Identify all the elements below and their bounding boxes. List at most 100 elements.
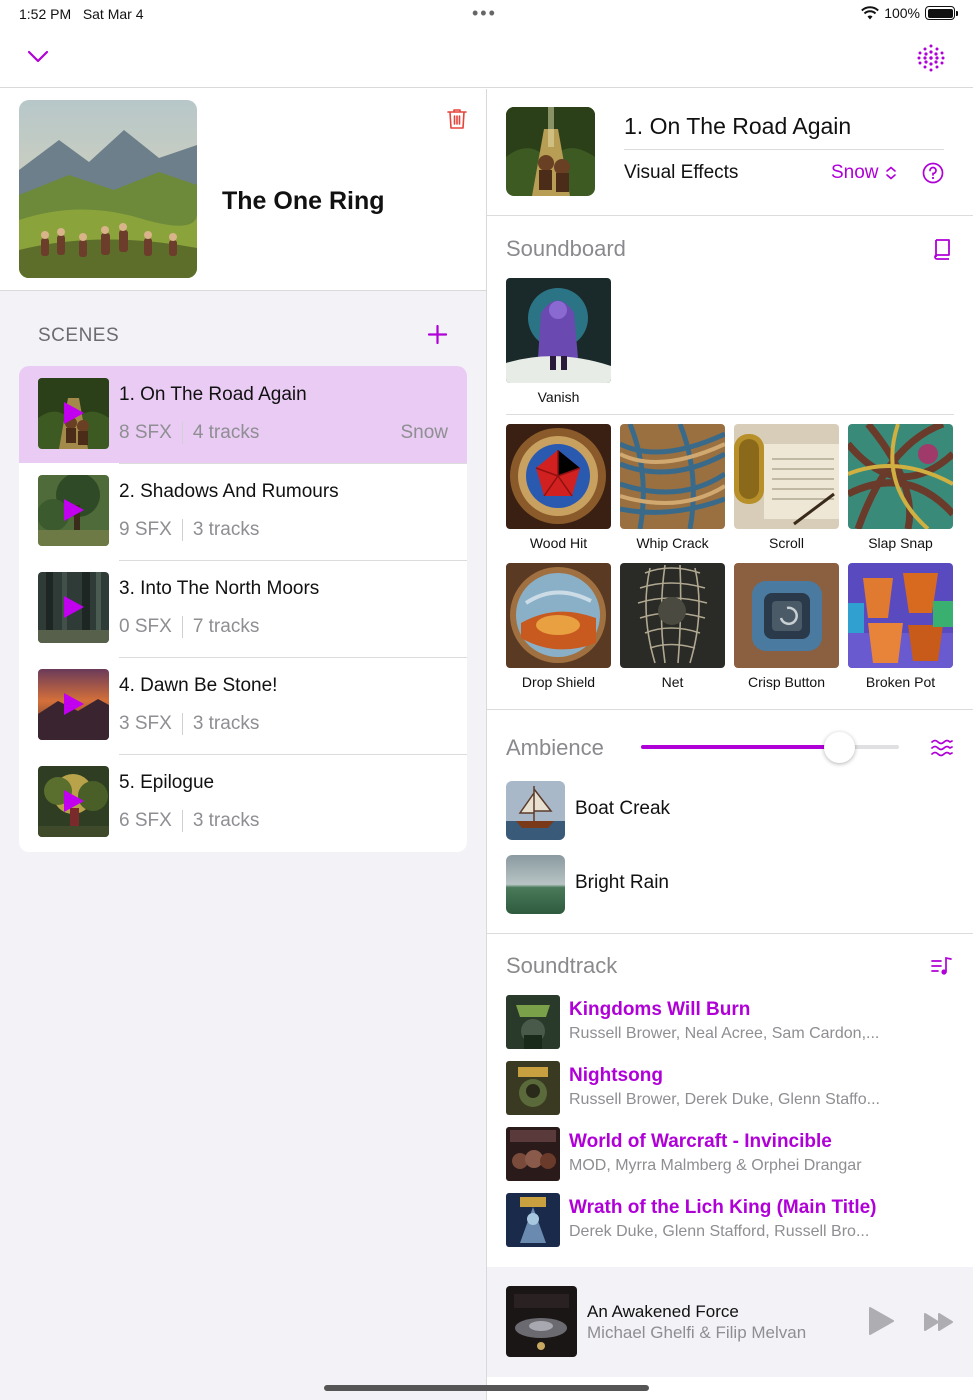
scene-track-count: 3 tracks — [192, 810, 260, 831]
sfx-wood-hit[interactable]: Wood Hit — [506, 424, 611, 551]
scene-name: 1. On The Road Again — [119, 384, 307, 405]
scene-list: 1. On The Road Again 8 SFX 4 tracks Snow … — [19, 366, 467, 852]
track-artwork — [506, 995, 560, 1049]
sfx-label: Broken Pot — [865, 674, 936, 690]
status-time: 1:52 PM — [19, 6, 72, 22]
ambience-label: Boat Creak — [575, 798, 671, 819]
sfx-image — [848, 424, 953, 529]
scene-row-2[interactable]: 2. Shadows And Rumours 9 SFX 3 tracks — [19, 463, 467, 560]
ambience-item-bright-rain[interactable]: Bright Rain — [506, 855, 906, 914]
scene-sfx-count: 3 SFX — [119, 713, 172, 734]
scene-name: 5. Epilogue — [119, 772, 215, 793]
campaign-cover-image[interactable] — [19, 100, 197, 278]
scene-row-4[interactable]: 4. Dawn Be Stone! 3 SFX 3 tracks — [19, 657, 467, 754]
battery-percent: 100% — [884, 5, 920, 21]
scene-name: 3. Into The North Moors — [119, 578, 320, 599]
scene-row-3[interactable]: 3. Into The North Moors 0 SFX 7 tracks — [19, 560, 467, 657]
home-indicator[interactable] — [324, 1385, 649, 1391]
track-title: Kingdoms Will Burn — [569, 999, 751, 1020]
scene-thumbnail — [38, 475, 109, 546]
sfx-crisp-button[interactable]: Crisp Button — [734, 563, 839, 690]
sfx-label: Wood Hit — [529, 535, 588, 551]
plus-icon[interactable] — [428, 325, 447, 344]
track-artwork — [506, 1193, 560, 1247]
scene-row-5[interactable]: 5. Epilogue 6 SFX 3 tracks — [19, 754, 467, 851]
now-playing-title: An Awakened Force — [587, 1302, 739, 1321]
trash-icon[interactable] — [447, 108, 467, 130]
slider-knob[interactable] — [824, 732, 856, 763]
scene-name: 4. Dawn Be Stone! — [119, 675, 278, 696]
track-artist: Russell Brower, Derek Duke, Glenn Staffo… — [569, 1091, 880, 1108]
sfx-image — [734, 563, 839, 668]
scene-track-count: 7 tracks — [192, 616, 260, 637]
music-list-icon[interactable] — [931, 956, 953, 976]
fast-forward-icon[interactable] — [923, 1312, 955, 1332]
track-artist: MOD, Myrra Malmberg & Orphei Drangar — [569, 1157, 862, 1174]
play-icon[interactable] — [867, 1306, 895, 1336]
sfx-scroll[interactable]: Scroll — [734, 424, 839, 551]
track-row-3[interactable]: World of Warcraft - Invincible MOD, Myrr… — [506, 1127, 956, 1183]
scene-name: 2. Shadows And Rumours — [119, 481, 339, 502]
ambience-volume-slider[interactable] — [641, 732, 899, 763]
battery-icon — [925, 6, 958, 20]
scene-sfx-count: 0 SFX — [119, 616, 172, 637]
play-icon[interactable] — [64, 596, 84, 618]
sfx-image — [506, 278, 611, 383]
sfx-net[interactable]: Net — [620, 563, 725, 690]
track-title: Nightsong — [569, 1065, 663, 1086]
sfx-image — [506, 563, 611, 668]
sfx-label: Whip Crack — [636, 535, 709, 551]
track-title: Wrath of the Lich King (Main Title) — [569, 1197, 877, 1218]
sfx-label: Drop Shield — [521, 674, 596, 690]
sfx-whip-crack[interactable]: Whip Crack — [620, 424, 725, 551]
track-title: World of Warcraft - Invincible — [569, 1131, 832, 1152]
book-icon[interactable] — [933, 238, 951, 260]
play-icon[interactable] — [64, 402, 84, 424]
sfx-image — [734, 424, 839, 529]
sfx-drop-shield[interactable]: Drop Shield — [506, 563, 611, 690]
now-playing-bar[interactable]: An Awakened Force Michael Ghelfi & Filip… — [487, 1267, 973, 1377]
multitasking-dots-icon[interactable]: ••• — [472, 3, 497, 24]
scene-thumbnail — [38, 766, 109, 837]
track-row-1[interactable]: Kingdoms Will Burn Russell Brower, Neal … — [506, 995, 956, 1051]
track-artwork — [506, 1061, 560, 1115]
sfx-label: Scroll — [768, 535, 804, 551]
scene-thumbnail — [38, 669, 109, 740]
scene-thumbnail — [38, 572, 109, 643]
status-date: Sat Mar 4 — [82, 6, 144, 22]
question-circle-icon[interactable] — [922, 162, 944, 184]
scene-effect: Snow — [400, 422, 448, 443]
sfx-label: Net — [661, 674, 684, 690]
sfx-label: Vanish — [537, 389, 580, 405]
sfx-label: Slap Snap — [868, 535, 933, 551]
scene-track-count: 3 tracks — [192, 519, 260, 540]
track-row-2[interactable]: Nightsong Russell Brower, Derek Duke, Gl… — [506, 1061, 956, 1117]
soundboard-title: Soundboard — [506, 236, 626, 261]
sfx-image — [506, 424, 611, 529]
scenes-header: SCENES — [38, 325, 120, 346]
play-icon[interactable] — [64, 693, 84, 715]
scene-row-1[interactable]: 1. On The Road Again 8 SFX 4 tracks Snow — [19, 366, 467, 463]
campaign-header: The One Ring — [0, 89, 486, 291]
sfx-broken-pot[interactable]: Broken Pot — [848, 563, 953, 690]
sfx-label: Crisp Button — [747, 674, 826, 690]
ambience-title: Ambience — [506, 735, 604, 760]
visual-effects-picker[interactable]: Snow — [831, 162, 897, 184]
ambience-image — [506, 781, 565, 840]
play-icon[interactable] — [64, 790, 84, 812]
soundtrack-title: Soundtrack — [506, 953, 618, 978]
sfx-slap-snap[interactable]: Slap Snap — [848, 424, 953, 551]
track-row-4[interactable]: Wrath of the Lich King (Main Title) Dere… — [506, 1193, 956, 1249]
play-icon[interactable] — [64, 499, 84, 521]
top-bar — [0, 28, 973, 88]
scene-detail-title: 1. On The Road Again — [624, 113, 852, 139]
dots-grid-icon[interactable] — [916, 43, 946, 73]
chevron-down-icon[interactable] — [27, 50, 49, 64]
chevron-up-down-icon — [885, 166, 896, 180]
sfx-vanish[interactable]: Vanish — [506, 278, 611, 405]
ambience-item-boat-creak[interactable]: Boat Creak — [506, 781, 906, 840]
visual-effects-label: Visual Effects — [624, 162, 739, 183]
waves-icon[interactable] — [931, 739, 953, 757]
scene-sfx-count: 6 SFX — [119, 810, 172, 831]
scene-sfx-count: 9 SFX — [119, 519, 172, 540]
